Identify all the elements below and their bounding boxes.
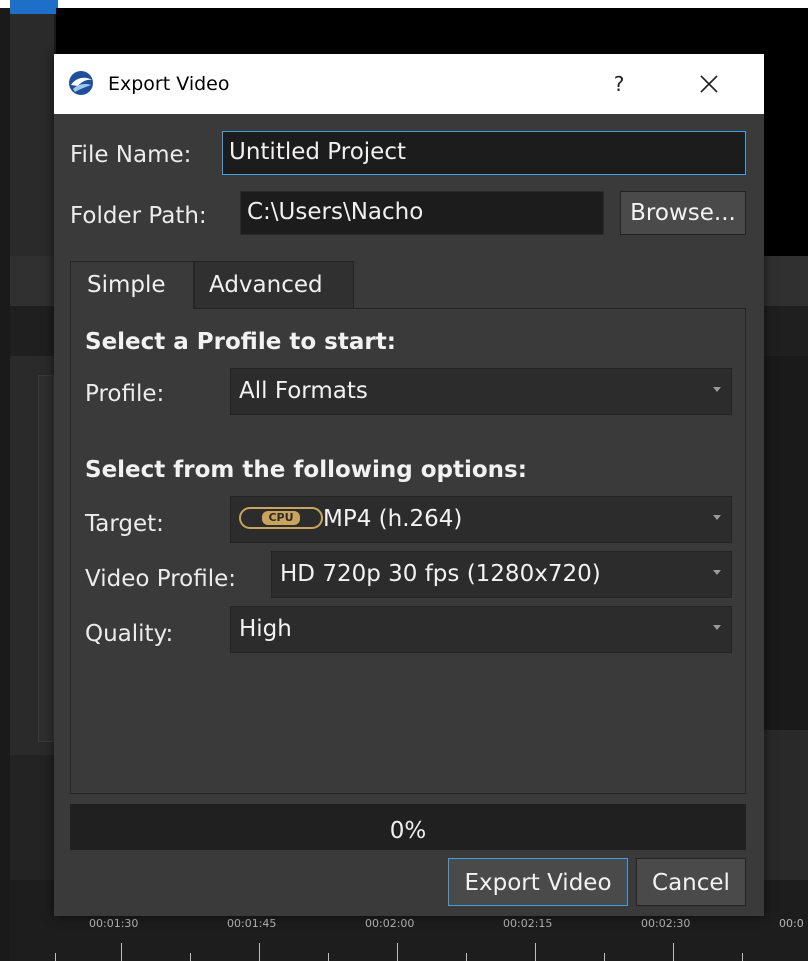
app-scrollbar[interactable] — [38, 375, 54, 742]
file-name-label: File Name: — [70, 142, 192, 168]
tab-simple[interactable]: Simple — [70, 261, 194, 309]
help-icon: ? — [613, 72, 625, 96]
openshot-logo-icon — [69, 71, 93, 95]
tab-advanced[interactable]: Advanced — [194, 261, 354, 308]
export-progress-bar: 0% — [70, 804, 746, 850]
close-button[interactable] — [684, 64, 734, 104]
timeline-tick — [121, 943, 122, 961]
help-button[interactable]: ? — [599, 64, 639, 104]
timeline-tick — [604, 953, 605, 961]
profile-label: Profile: — [85, 381, 165, 407]
app-track-header — [10, 755, 54, 880]
timeline-tick — [466, 953, 467, 961]
file-name-input[interactable]: Untitled Project — [222, 131, 746, 175]
quality-value: High — [239, 616, 292, 642]
chevron-down-icon — [713, 515, 721, 520]
video-profile-value: HD 720p 30 fps (1280x720) — [280, 561, 601, 587]
timeline-label: 00:01:45 — [227, 917, 277, 930]
timeline-label: 00:02:15 — [503, 917, 553, 930]
browse-button[interactable]: Browse... — [620, 191, 746, 235]
timeline-label: 00:0 — [779, 917, 804, 930]
timeline-tick — [673, 943, 674, 961]
profile-value: All Formats — [239, 378, 368, 404]
profile-section-title: Select a Profile to start: — [85, 329, 396, 355]
cpu-badge: CPU — [239, 507, 323, 529]
timeline-tick — [535, 943, 536, 961]
export-video-dialog: Export Video ? File Name: Untitled Proje… — [54, 54, 764, 916]
folder-path-label: Folder Path: — [70, 203, 207, 229]
timeline-tick — [328, 953, 329, 961]
target-dropdown[interactable]: CPU MP4 (h.264) — [230, 496, 732, 543]
timeline-tick — [742, 953, 743, 961]
chevron-down-icon — [713, 570, 721, 575]
folder-path-input[interactable]: C:\Users\Nacho — [240, 191, 604, 235]
dialog-titlebar[interactable]: Export Video ? — [54, 54, 764, 114]
progress-text: 0% — [389, 818, 427, 844]
timeline-tick — [55, 953, 56, 961]
target-label: Target: — [85, 511, 164, 537]
quality-dropdown[interactable]: High — [230, 606, 732, 653]
timeline-label: 00:01:30 — [89, 917, 139, 930]
cpu-badge-text: CPU — [262, 511, 300, 525]
video-profile-label: Video Profile: — [85, 566, 237, 592]
timeline-label: 00:02:00 — [365, 917, 415, 930]
timeline-tick — [259, 943, 260, 961]
cancel-button[interactable]: Cancel — [636, 858, 746, 906]
chevron-down-icon — [713, 387, 721, 392]
target-value: MP4 (h.264) — [323, 506, 463, 532]
quality-label: Quality: — [85, 621, 174, 647]
timeline-tick — [397, 943, 398, 961]
profile-dropdown[interactable]: All Formats — [230, 368, 732, 415]
simple-tab-panel: Select a Profile to start: Profile: All … — [70, 308, 746, 794]
export-video-button[interactable]: Export Video — [448, 858, 628, 906]
close-icon — [700, 75, 718, 93]
chevron-down-icon — [713, 625, 721, 630]
app-top-strip — [0, 0, 808, 8]
timeline-tick — [190, 953, 191, 961]
video-profile-dropdown[interactable]: HD 720p 30 fps (1280x720) — [271, 551, 732, 598]
dialog-title: Export Video — [108, 73, 230, 95]
timeline-label: 00:02:30 — [641, 917, 691, 930]
timeline-ruler[interactable]: 00:01:30 00:01:45 00:02:00 00:02:15 00:0… — [10, 910, 808, 961]
options-section-title: Select from the following options: — [85, 457, 527, 483]
app-tab-highlight — [10, 0, 58, 14]
